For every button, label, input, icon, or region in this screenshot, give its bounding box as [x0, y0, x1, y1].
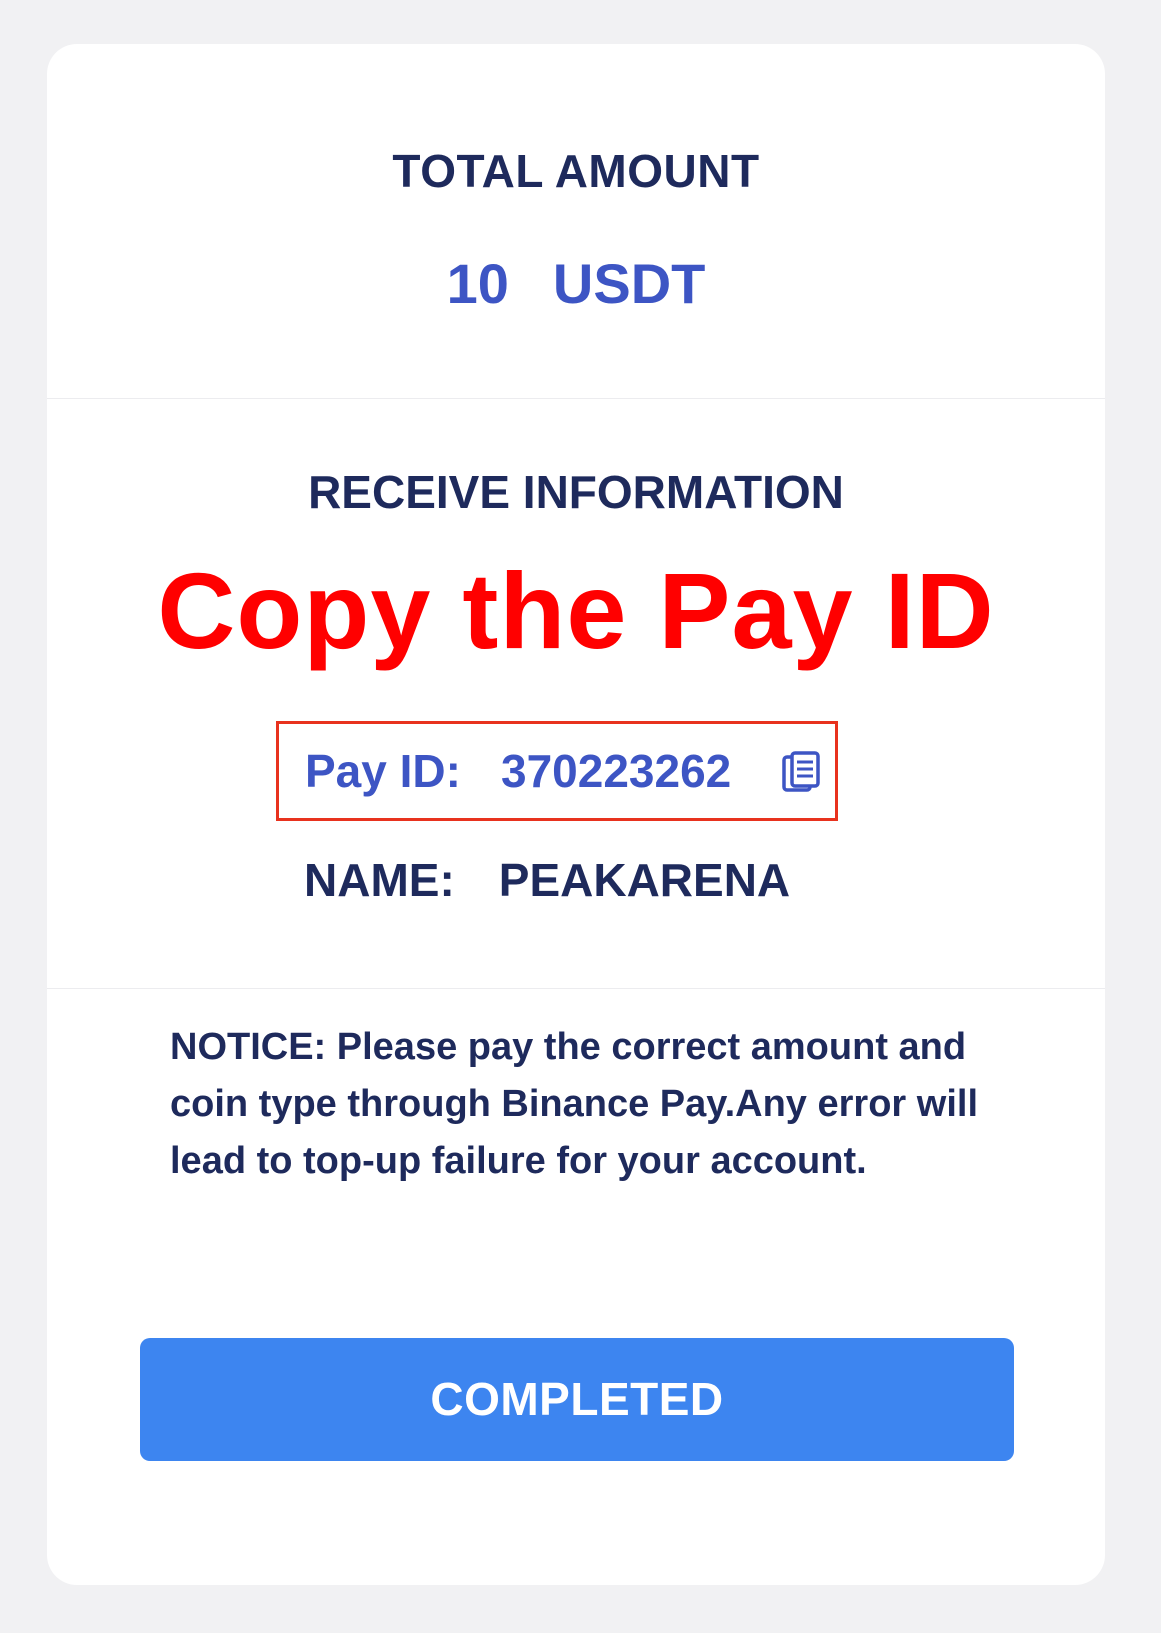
- amount-display: 10 USDT: [47, 251, 1105, 316]
- copy-pay-id-annotation: Copy the Pay ID: [157, 550, 995, 671]
- divider: [47, 398, 1105, 399]
- notice-text: NOTICE: Please pay the correct amount an…: [170, 1026, 979, 1182]
- receive-information-label: RECEIVE INFORMATION: [308, 466, 844, 518]
- total-amount-label: TOTAL AMOUNT: [392, 145, 760, 197]
- amount-value: 10: [446, 252, 509, 315]
- pay-id-label: Pay ID:: [305, 745, 461, 797]
- name-label: NAME:: [304, 854, 455, 906]
- divider: [47, 988, 1105, 989]
- payment-card: TOTAL AMOUNT 10 USDT RECEIVE INFORMATION …: [47, 44, 1105, 1585]
- completed-button[interactable]: COMPLETED: [140, 1338, 1014, 1461]
- amount-section: TOTAL AMOUNT 10 USDT: [47, 44, 1105, 398]
- name-value: PEAKARENA: [498, 854, 791, 906]
- pay-id-value[interactable]: 370223262: [501, 744, 731, 798]
- pay-id-highlight-box: Pay ID: 370223262: [276, 721, 838, 821]
- amount-currency: USDT: [552, 252, 706, 315]
- copy-icon[interactable]: [782, 751, 820, 793]
- receiver-name-row: NAME: PEAKARENA: [304, 853, 790, 907]
